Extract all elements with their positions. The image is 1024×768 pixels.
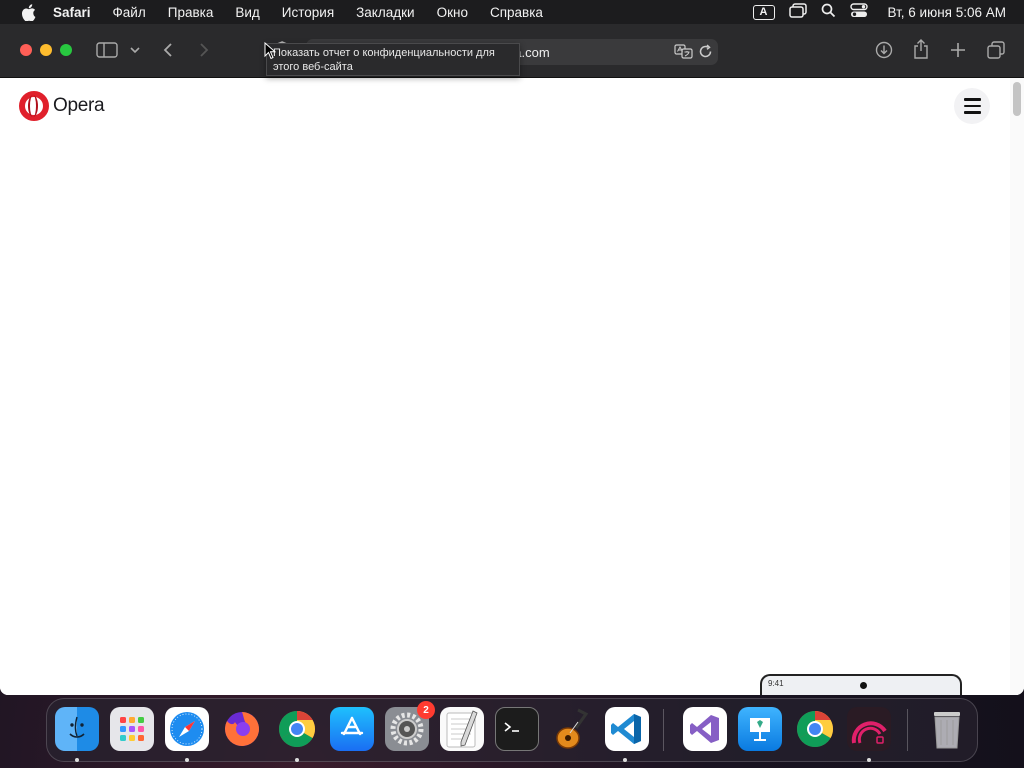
dock-app-trash[interactable] [925,707,969,751]
share-icon[interactable] [913,39,929,59]
apple-menu-icon[interactable] [18,2,38,22]
hamburger-line [963,98,981,101]
safari-window: opera.com Opera [0,24,1024,695]
running-indicator [867,758,871,762]
mouse-cursor-icon [264,41,277,65]
menu-file[interactable]: Файл [102,5,157,20]
tab-overview-icon[interactable] [987,41,1005,59]
running-indicator [185,758,189,762]
dock-app-textedit[interactable] [440,707,484,751]
running-indicator [75,758,79,762]
hamburger-menu-button[interactable] [954,88,990,124]
dock-app-garageband[interactable] [550,707,594,751]
dock-app-safari[interactable] [165,707,209,751]
spotlight-search-icon[interactable] [821,3,836,21]
dock-app-keynote[interactable] [738,707,782,751]
opera-brand-text: Opera [53,95,105,116]
privacy-report-tooltip: Показать отчет о конфиденциальности для … [266,43,520,76]
dock-app-vscode[interactable] [605,707,649,751]
dock-app-system-settings[interactable]: 2 [385,701,435,751]
dock-app-chrome-secondary[interactable] [793,707,837,751]
menu-bookmarks[interactable]: Закладки [345,5,425,20]
window-close-button[interactable] [20,44,32,56]
dock-separator [907,709,908,751]
dock-app-chrome[interactable] [275,707,319,751]
phone-status-time: 9:41 [768,679,784,688]
back-icon[interactable] [161,42,175,58]
dock: 2 [46,698,978,762]
reload-icon[interactable] [698,44,713,59]
menu-edit[interactable]: Правка [157,5,225,20]
dock-app-speedometer[interactable] [847,707,891,751]
dock-app-finder[interactable] [55,707,99,751]
opera-logo[interactable]: Opera [19,91,105,121]
phone-camera-notch [860,682,867,689]
scrollbar-thumb[interactable] [1013,82,1021,116]
new-tab-icon[interactable] [950,42,966,58]
dock-app-visual-studio[interactable] [683,707,727,751]
running-indicator [295,758,299,762]
dock-app-terminal[interactable] [495,707,539,751]
sidebar-toggle-icon[interactable] [96,42,118,58]
hamburger-line [963,104,981,108]
web-page-content: Opera 9:41 [0,78,1024,695]
menu-help[interactable]: Справка [479,5,554,20]
menu-window[interactable]: Окно [426,5,479,20]
menubar-clock[interactable]: Вт, 6 июня 5:06 AM [888,5,1006,20]
notification-badge: 2 [417,701,435,719]
running-indicator [623,758,627,762]
window-minimize-button[interactable] [40,44,52,56]
opera-o-icon [19,91,49,121]
page-scrollbar[interactable] [1010,78,1024,695]
phone-mockup-preview: 9:41 [760,674,962,695]
chevron-down-icon[interactable] [129,45,141,55]
dock-app-app-store[interactable] [330,707,374,751]
menu-view[interactable]: Вид [224,5,270,20]
forward-icon[interactable] [197,42,211,58]
window-zoom-button[interactable] [60,44,72,56]
hamburger-line [963,111,981,114]
downloads-icon[interactable] [875,41,893,59]
stage-manager-icon[interactable] [788,3,807,21]
translate-icon[interactable] [674,44,693,59]
input-source-indicator[interactable]: A [752,4,775,20]
menu-app-name[interactable]: Safari [50,5,102,20]
menu-history[interactable]: История [271,5,345,20]
menu-bar: Safari Файл Правка Вид История Закладки … [0,0,1024,24]
dock-app-firefox[interactable] [220,707,264,751]
dock-separator [663,709,664,751]
dock-app-launchpad[interactable] [110,707,154,751]
control-center-icon[interactable] [849,3,868,21]
